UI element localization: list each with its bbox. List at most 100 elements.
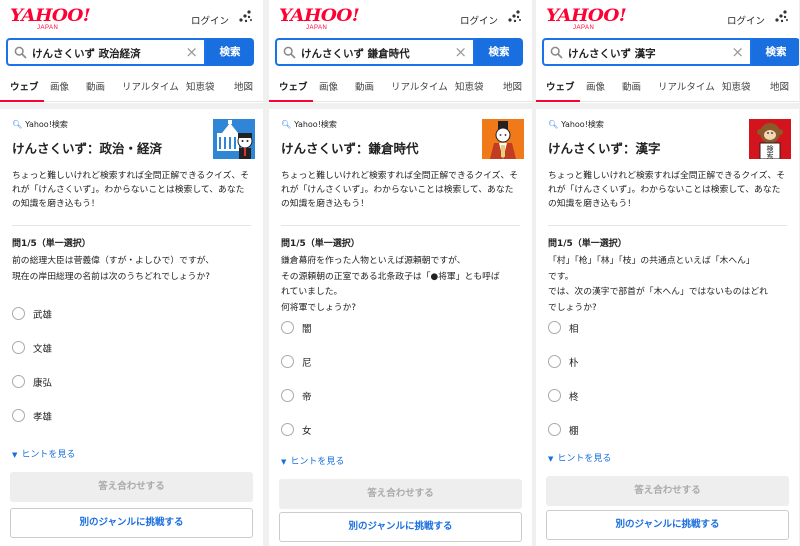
quiz-panel: YAHOO! JAPAN ログイン けんさくいず 鎌倉時代 × 検索 ウェブ 画…	[269, 0, 532, 546]
radio-button[interactable]	[12, 375, 25, 388]
radio-button[interactable]	[281, 389, 294, 402]
option-label: 尼	[302, 358, 312, 369]
close-icon[interactable]: ×	[731, 43, 744, 61]
radio-button[interactable]	[548, 389, 561, 402]
active-tab-underline	[0, 100, 44, 102]
close-icon[interactable]: ×	[185, 43, 198, 61]
quiz-title: けんさくいず：鎌倉時代	[281, 141, 419, 156]
search-button[interactable]: 検索	[206, 38, 254, 66]
yahoo-logo[interactable]: YAHOO! JAPAN	[546, 8, 627, 34]
hint-toggle[interactable]: ▼ ヒントを見る	[281, 454, 344, 467]
tab-map[interactable]: 地図	[503, 79, 522, 93]
section-separator	[536, 103, 799, 109]
sparkle-icon[interactable]	[506, 9, 522, 25]
logo-word: YAHOO!	[279, 6, 360, 26]
search-icon	[14, 46, 27, 59]
divider	[12, 225, 251, 226]
tab-map[interactable]: 地図	[770, 79, 789, 93]
search-query: けんさくいず 鎌倉時代	[301, 48, 410, 60]
yahoo-logo[interactable]: YAHOO! JAPAN	[279, 8, 360, 34]
quiz-panel: YAHOO! JAPAN ログイン けんさくいず 漢字 × 検索 ウェブ 画像 …	[536, 0, 799, 546]
radio-button[interactable]	[548, 355, 561, 368]
header: YAHOO! JAPAN ログイン	[0, 0, 263, 34]
search-tabs: ウェブ 画像 動画 リアルタイム 知恵袋 地図	[536, 70, 799, 102]
other-genre-button[interactable]: 別のジャンルに挑戦する	[546, 510, 789, 540]
quiz-intro: ちょっと難しいけれど検索すれば全問正解できるクイズ、それが「けんさくいず」。わか…	[12, 171, 250, 209]
answer-button[interactable]: 答え合わせする	[10, 472, 253, 502]
search-query: けんさくいず 漢字	[568, 48, 656, 60]
search-input[interactable]: けんさくいず 政治経済 ×	[6, 38, 206, 66]
header: YAHOO! JAPAN ログイン	[269, 0, 532, 34]
question-line: 前の総理大臣は菅義偉（すが・よしひで）ですが、	[12, 256, 215, 266]
question-line: です。	[548, 271, 574, 282]
radio-button[interactable]	[12, 307, 25, 320]
other-genre-button[interactable]: 別のジャンルに挑戦する	[279, 512, 522, 542]
tab-video[interactable]: 動画	[86, 79, 105, 93]
radio-button[interactable]	[281, 321, 294, 334]
close-icon[interactable]: ×	[454, 43, 467, 61]
tab-chiebukuro[interactable]: 知恵袋	[455, 79, 484, 93]
tab-chiebukuro[interactable]: 知恵袋	[722, 79, 751, 93]
search-bar: けんさくいず 鎌倉時代 × 検索	[275, 38, 523, 66]
tab-video[interactable]: 動画	[355, 79, 374, 93]
tab-images[interactable]: 画像	[50, 79, 69, 93]
yahoo-logo[interactable]: YAHOO! JAPAN	[10, 8, 91, 34]
radio-button[interactable]	[12, 341, 25, 354]
question-line: 「村」「枪」「林」「枝」の共通点といえば「木へん」	[548, 256, 755, 266]
sparkle-icon[interactable]	[773, 9, 789, 25]
tab-chiebukuro[interactable]: 知恵袋	[186, 79, 215, 93]
tab-video[interactable]: 動画	[622, 79, 641, 93]
tab-realtime[interactable]: リアルタイム	[122, 79, 179, 93]
question-number: 問1/5（単一選択）	[548, 239, 627, 249]
kamakura-shogun-illustration	[482, 119, 524, 159]
header: YAHOO! JAPAN ログイン	[536, 0, 799, 34]
option-label: 帝	[302, 392, 312, 403]
tab-web[interactable]: ウェブ	[279, 79, 308, 93]
radio-button[interactable]	[281, 423, 294, 436]
search-button[interactable]: 検索	[752, 38, 799, 66]
kanji-monkey-illustration: 検 索	[749, 119, 791, 160]
tab-realtime[interactable]: リアルタイム	[391, 79, 448, 93]
option-label: 文雄	[33, 344, 53, 355]
option-label: 柊	[569, 392, 579, 403]
hint-label: ヒントを見る	[557, 454, 612, 464]
tab-images[interactable]: 画像	[586, 79, 605, 93]
divider	[281, 225, 520, 226]
search-button[interactable]: 検索	[475, 38, 523, 66]
login-link[interactable]: ログイン	[727, 13, 765, 27]
sparkle-icon[interactable]	[237, 9, 253, 25]
hint-label: ヒントを見る	[21, 450, 76, 460]
search-input[interactable]: けんさくいず 鎌倉時代 ×	[275, 38, 475, 66]
tab-web[interactable]: ウェブ	[10, 79, 39, 93]
quiz-title: けんさくいず：漢字	[548, 141, 661, 156]
search-bar: けんさくいず 政治経済 × 検索	[6, 38, 254, 66]
source-label: 🔍︎ Yahoo!検索	[12, 119, 68, 130]
hint-toggle[interactable]: ▼ ヒントを見る	[548, 451, 611, 464]
tab-images[interactable]: 画像	[319, 79, 338, 93]
svg-text:索: 索	[767, 151, 774, 159]
source-text: Yahoo!検索	[561, 120, 604, 129]
answer-button[interactable]: 答え合わせする	[546, 476, 789, 506]
question-number: 問1/5（単一選択）	[12, 239, 91, 249]
question-line: れていました。	[281, 287, 343, 297]
login-link[interactable]: ログイン	[191, 13, 229, 27]
answer-button[interactable]: 答え合わせする	[279, 479, 522, 509]
question-text: 鎌倉幕府を作った人物といえば源頼朝ですが、 その源頼朝の正室である北条政子は「●将…	[281, 254, 522, 316]
radio-button[interactable]	[12, 409, 25, 422]
active-tab-underline	[536, 100, 580, 102]
tab-map[interactable]: 地図	[234, 79, 253, 93]
other-genre-button[interactable]: 別のジャンルに挑戦する	[10, 508, 253, 538]
tab-realtime[interactable]: リアルタイム	[658, 79, 715, 93]
radio-button[interactable]	[281, 355, 294, 368]
radio-button[interactable]	[548, 321, 561, 334]
logo-sub: JAPAN	[306, 25, 328, 31]
hint-toggle[interactable]: ▼ ヒントを見る	[12, 447, 75, 460]
search-icon	[550, 46, 563, 59]
logo-word: YAHOO!	[546, 6, 627, 26]
quiz-intro: ちょっと難しいけれど検索すれば全問正解できるクイズ、それが「けんさくいず」。わか…	[548, 171, 786, 209]
login-link[interactable]: ログイン	[460, 13, 498, 27]
radio-button[interactable]	[548, 423, 561, 436]
search-input[interactable]: けんさくいず 漢字 ×	[542, 38, 752, 66]
tab-web[interactable]: ウェブ	[546, 79, 575, 93]
option-label: 相	[569, 324, 579, 335]
